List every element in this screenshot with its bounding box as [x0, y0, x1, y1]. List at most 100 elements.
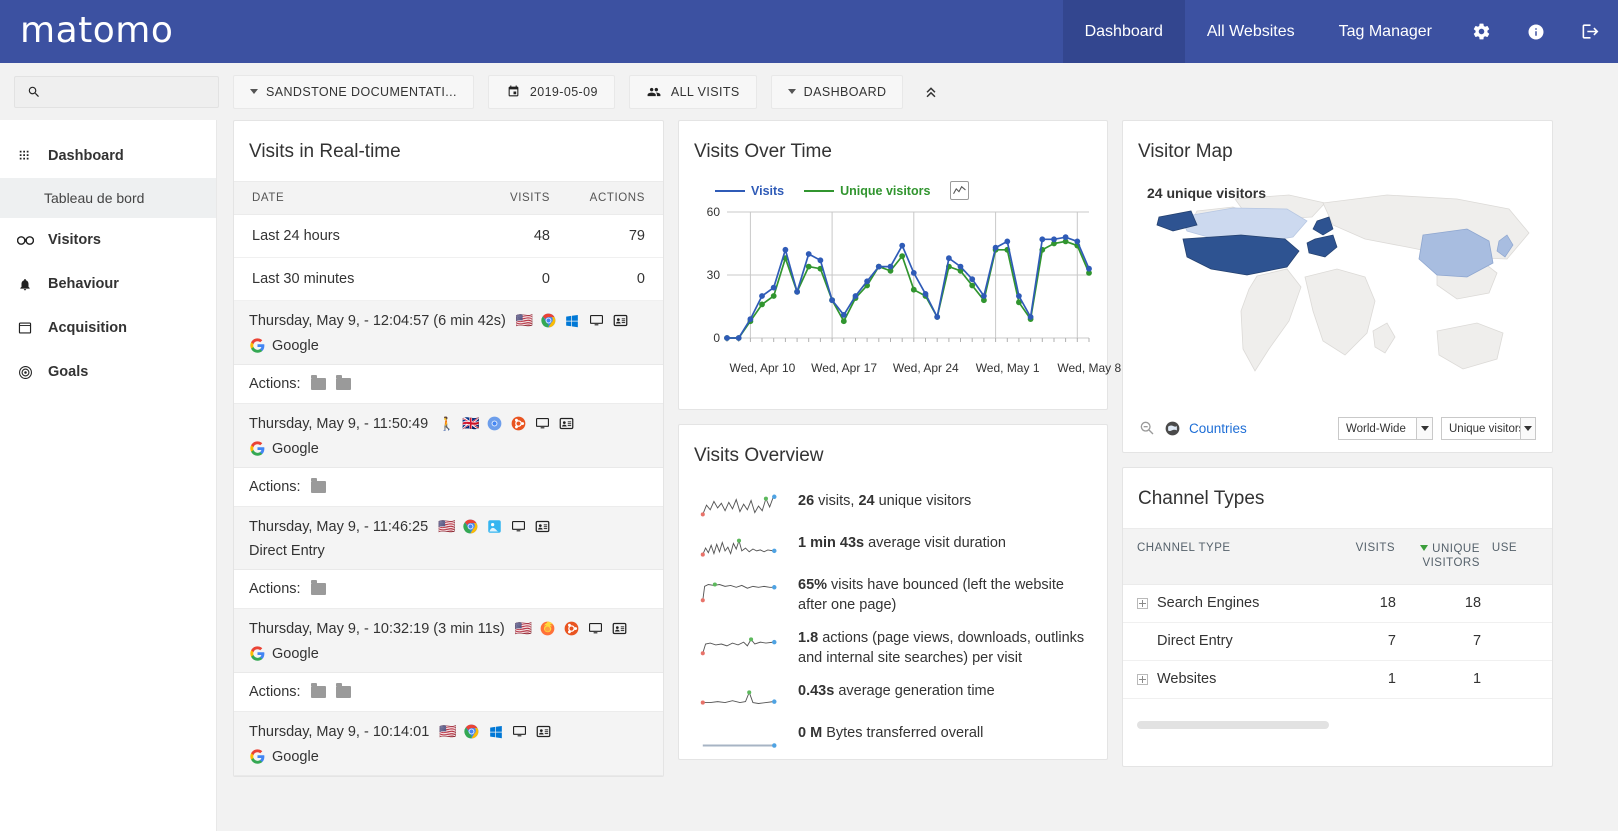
chromium-icon [486, 415, 503, 432]
left-sidebar: Dashboard Tableau de bord Visitors Behav… [0, 120, 217, 831]
segment-selector-button[interactable]: ALL VISITS [628, 74, 757, 109]
overview-row[interactable]: 65% visits have bounced (left the websit… [679, 569, 1107, 622]
column-header-actions[interactable]: ACTIONS [550, 192, 645, 204]
site-selector-button[interactable]: SANDSTONE DOCUMENTATI... [233, 74, 474, 109]
search-box[interactable] [14, 75, 219, 108]
channel-unique-visitors-cell: 1 [1472, 671, 1482, 688]
nav-item-all-websites[interactable]: All Websites [1185, 0, 1317, 63]
table-row[interactable]: Search Engines 18 18 [1123, 585, 1552, 623]
column-header-visits[interactable]: VISITS [460, 192, 550, 204]
legend-item-unique-visitors[interactable]: Unique visitors [804, 184, 930, 198]
google-icon [249, 748, 266, 765]
visitor-profile-icon[interactable] [558, 415, 575, 432]
visit-referrer-line: Google [249, 337, 648, 354]
overview-row[interactable]: 1 min 43s average visit duration [679, 527, 1107, 569]
collapse-toolbar-button[interactable] [917, 78, 945, 106]
dashboard-selector-button[interactable]: DASHBOARD [770, 74, 904, 109]
desktop-icon [588, 312, 605, 329]
legend-item-visits[interactable]: Visits [715, 184, 784, 198]
page-action-icon[interactable] [335, 375, 351, 390]
page-body: Dashboard Tableau de bord Visitors Behav… [0, 120, 1618, 831]
visitor-profile-icon[interactable] [535, 723, 552, 740]
sidebar-item-tableau-de-bord[interactable]: Tableau de bord [0, 178, 216, 218]
firefox-icon [539, 620, 556, 637]
desktop-icon [534, 415, 551, 432]
column-header-users[interactable]: USE [1480, 542, 1552, 571]
metric-select[interactable]: Unique visitors [1441, 417, 1536, 440]
expand-icon[interactable] [1137, 673, 1148, 685]
visit-timestamp: Thursday, May 9, - 11:46:25 [249, 518, 429, 535]
info-icon[interactable] [1509, 0, 1563, 63]
column-header-visits[interactable]: VISITS [1316, 542, 1396, 571]
visit-entry[interactable]: Thursday, May 9, - 11:50:49 🚶 🇬🇧 Google [234, 404, 663, 468]
column-header-unique-visitors[interactable]: UNIQUE VISITORS [1395, 542, 1480, 571]
overview-text: 65% visits have bounced (left the websit… [798, 576, 1089, 615]
overview-row[interactable]: 0.43s average generation time [679, 675, 1107, 717]
overview-value: 65% [798, 577, 828, 593]
visit-entry[interactable]: Thursday, May 9, - 10:32:19 (3 min 11s) … [234, 609, 663, 673]
x-tick-label: Wed, Apr 10 [729, 361, 796, 375]
sidebar-label: Behaviour [48, 276, 119, 292]
channel-visits-cell: 7 [1387, 633, 1396, 650]
visit-entry[interactable]: Thursday, May 9, - 10:14:01 🇺🇸 Google [234, 712, 663, 776]
page-action-icon[interactable] [335, 683, 351, 698]
visitor-profile-icon[interactable] [534, 518, 551, 535]
sidebar-item-behaviour[interactable]: Behaviour [0, 262, 216, 306]
gear-icon[interactable] [1454, 0, 1509, 63]
sidebar-item-goals[interactable]: Goals [0, 350, 216, 394]
overview-text: 26 visits, 24 unique visitors [798, 492, 971, 512]
region-select[interactable]: World-Wide [1338, 417, 1433, 440]
overview-row[interactable]: 26 visits, 24 unique visitors [679, 485, 1107, 527]
world-map-svg[interactable] [1137, 181, 1539, 396]
sidebar-item-visitors[interactable]: Visitors [0, 218, 216, 262]
matomo-logo[interactable]: matomo [0, 0, 173, 63]
actions-label: Actions: [249, 581, 301, 597]
zoom-out-icon[interactable] [1139, 420, 1156, 437]
flag-icon: 🇺🇸 [439, 723, 457, 739]
search-input[interactable] [50, 84, 208, 99]
page-action-icon[interactable] [310, 580, 326, 595]
visit-entry[interactable]: Thursday, May 9, - 12:04:57 (6 min 42s) … [234, 301, 663, 365]
table-row[interactable]: Websites 1 1 [1123, 661, 1552, 699]
nav-item-dashboard[interactable]: Dashboard [1062, 0, 1185, 63]
globe-icon [1164, 420, 1181, 437]
page-action-icon[interactable] [310, 478, 326, 493]
date-selector-button[interactable]: 2019-05-09 [487, 74, 615, 109]
countries-link[interactable]: Countries [1189, 421, 1247, 436]
map-select-group: World-Wide Unique visitors [1338, 417, 1536, 440]
bounce-sparkline [700, 582, 777, 603]
page-action-icon[interactable] [310, 683, 326, 698]
logout-icon[interactable] [1563, 0, 1618, 63]
overview-row[interactable]: 0 M Bytes transferred overall [679, 717, 1107, 759]
row-label: Last 24 hours [252, 228, 340, 244]
chevron-down-icon [1416, 418, 1432, 439]
column-header-channel-type[interactable]: CHANNEL TYPE [1123, 542, 1316, 571]
desktop-icon [511, 723, 528, 740]
visit-referrer-label: Google [272, 337, 319, 354]
sidebar-item-acquisition[interactable]: Acquisition [0, 306, 216, 350]
table-row[interactable]: Direct Entry 7 7 [1123, 623, 1552, 661]
overview-value: 26 [798, 493, 815, 509]
overview-row[interactable]: 1.8 actions (page views, downloads, outl… [679, 622, 1107, 675]
page-action-icon[interactable] [310, 375, 326, 390]
sidebar-label: Tableau de bord [44, 190, 145, 206]
visit-entry[interactable]: Thursday, May 9, - 11:46:25 🇺🇸 Direct En… [234, 507, 663, 570]
visits-over-time-chart[interactable]: 0 30 60 [691, 204, 1095, 354]
expand-icon[interactable] [1137, 597, 1148, 609]
date-selector-label: 2019-05-09 [529, 84, 598, 99]
overview-value: 1 min 43s [798, 535, 865, 551]
bytes-sparkline [702, 743, 777, 748]
map-canvas[interactable]: 24 unique visitors [1123, 181, 1552, 411]
chart-type-icon[interactable] [950, 181, 970, 200]
nav-item-tag-manager[interactable]: Tag Manager [1317, 0, 1454, 63]
sidebar-item-dashboard[interactable]: Dashboard [0, 134, 216, 178]
visit-timestamp: Thursday, May 9, - 10:32:19 (3 min 11s) [249, 620, 505, 637]
visitor-profile-icon[interactable] [611, 620, 628, 637]
visitor-profile-icon[interactable] [612, 312, 629, 329]
channel-visits-cell: 1 [1387, 671, 1396, 688]
legend-label: Unique visitors [840, 183, 931, 198]
horizontal-scrollbar[interactable] [1137, 720, 1329, 729]
visits-overview-rows: 26 visits, 24 unique visitors 1 min 43s … [679, 485, 1107, 759]
column-header-date[interactable]: DATE [252, 192, 460, 204]
channel-unique-visitors-cell: 7 [1472, 633, 1482, 650]
